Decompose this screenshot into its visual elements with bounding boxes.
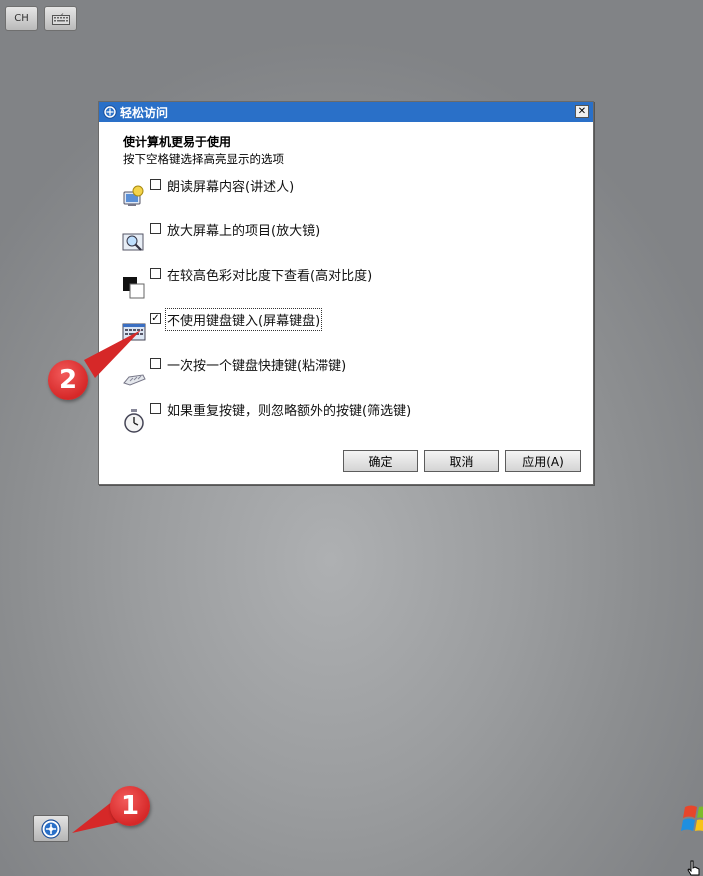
ease-of-access-icon	[41, 818, 61, 839]
annotation-badge-2-number: 2	[58, 365, 78, 395]
annotation-badge-1-number: 1	[120, 791, 140, 821]
annotation-badge-2: 2	[48, 360, 88, 400]
annotation-badge-1: 1	[110, 786, 150, 826]
annotation-arrows	[72, 330, 141, 833]
hand-cursor-icon	[687, 860, 700, 876]
windows-logo-icon	[681, 805, 703, 831]
ease-of-access-button[interactable]	[33, 815, 69, 842]
annotation-arrow-2	[84, 330, 141, 378]
